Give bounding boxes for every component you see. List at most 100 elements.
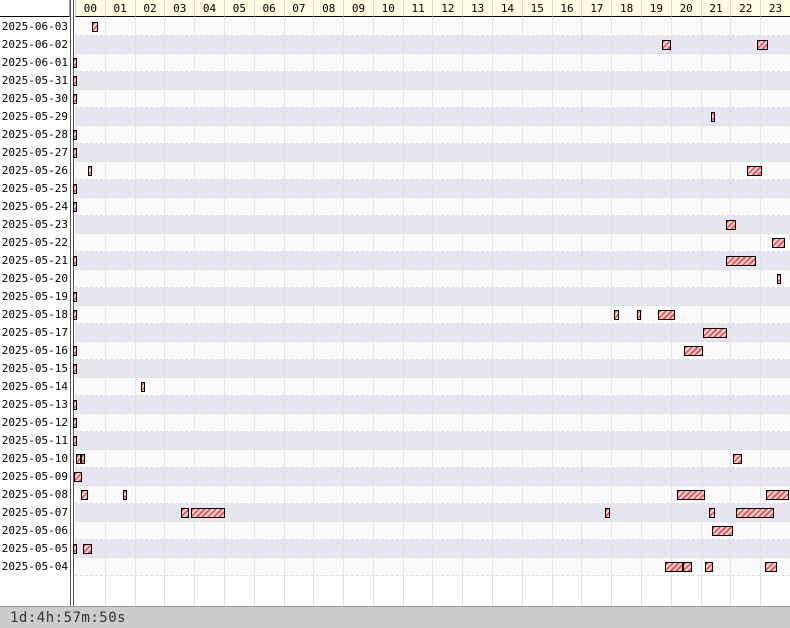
activity-bar[interactable]: [73, 472, 83, 482]
hour-header-09: 09: [343, 0, 373, 17]
hour-header-08: 08: [313, 0, 344, 17]
hour-header-04: 04: [194, 0, 224, 17]
hour-gridline: [700, 18, 702, 606]
row-date-label: 2025-05-11: [1, 434, 68, 447]
hour-header-05: 05: [223, 0, 254, 17]
row-date-label: 2025-05-13: [1, 398, 68, 411]
hour-header-12: 12: [432, 0, 463, 17]
hour-gridline: [462, 18, 464, 606]
elapsed-time-label: 1d:4h:57m:50s: [10, 610, 127, 626]
row-date-label: 2025-06-03: [1, 20, 68, 33]
activity-bar[interactable]: [746, 166, 762, 176]
activity-bar[interactable]: [636, 310, 641, 320]
activity-bar[interactable]: [725, 256, 756, 266]
row-date-label: 2025-05-24: [1, 200, 68, 213]
hour-gridline: [581, 18, 583, 606]
activity-bar[interactable]: [72, 292, 77, 302]
activity-bar[interactable]: [664, 562, 683, 572]
hour-header-00: 00: [75, 0, 105, 17]
row-date-label: 2025-05-30: [1, 92, 68, 105]
activity-bar[interactable]: [72, 130, 77, 140]
activity-bar[interactable]: [72, 58, 77, 68]
activity-bar[interactable]: [72, 346, 77, 356]
activity-bar[interactable]: [764, 562, 777, 572]
activity-bar[interactable]: [72, 400, 77, 410]
row-date-label: 2025-05-09: [1, 470, 68, 483]
row-date-label: 2025-05-27: [1, 146, 68, 159]
row-date-label: 2025-05-25: [1, 182, 68, 195]
hour-header-18: 18: [611, 0, 641, 17]
activity-bar[interactable]: [72, 184, 77, 194]
hour-gridline: [313, 18, 315, 606]
activity-bar[interactable]: [80, 454, 85, 464]
activity-bar[interactable]: [711, 112, 716, 122]
hour-header-07: 07: [283, 0, 314, 17]
hour-gridline: [641, 18, 642, 606]
hour-header-11: 11: [402, 0, 433, 17]
hour-header-02: 02: [134, 0, 165, 17]
activity-bar[interactable]: [83, 544, 93, 554]
activity-bar[interactable]: [661, 40, 671, 50]
activity-bar[interactable]: [92, 22, 99, 32]
activity-bar[interactable]: [702, 328, 727, 338]
activity-bar[interactable]: [72, 418, 77, 428]
activity-bar[interactable]: [732, 454, 742, 464]
activity-bar[interactable]: [776, 274, 781, 284]
activity-bar[interactable]: [708, 508, 716, 518]
hour-gridline: [283, 18, 285, 606]
activity-bar[interactable]: [676, 490, 706, 500]
activity-bar[interactable]: [705, 562, 714, 572]
activity-bar[interactable]: [190, 508, 225, 518]
activity-bar[interactable]: [72, 202, 77, 212]
activity-bar[interactable]: [141, 382, 146, 392]
activity-bar[interactable]: [684, 346, 703, 356]
header-corner: [0, 0, 70, 17]
row-date-label: 2025-05-04: [1, 560, 68, 573]
activity-bar[interactable]: [711, 526, 734, 536]
hour-gridline: [521, 18, 523, 606]
activity-bar[interactable]: [72, 310, 77, 320]
activity-bar[interactable]: [122, 490, 127, 500]
activity-bar[interactable]: [72, 256, 77, 266]
activity-bar[interactable]: [605, 508, 610, 518]
row-date-label: 2025-05-22: [1, 236, 68, 249]
hour-gridline: [343, 18, 345, 606]
row-date-label: 2025-05-05: [1, 542, 68, 555]
activity-bar[interactable]: [682, 562, 693, 572]
hour-header-06: 06: [253, 0, 284, 17]
activity-bar[interactable]: [80, 490, 89, 500]
row-date-label: 2025-05-07: [1, 506, 68, 519]
row-date-label: 2025-05-19: [1, 290, 68, 303]
activity-bar[interactable]: [766, 490, 790, 500]
hour-gridline: [134, 18, 136, 606]
row-date-label: 2025-05-23: [1, 218, 68, 231]
activity-bar[interactable]: [614, 310, 619, 320]
row-date-label: 2025-05-10: [1, 452, 68, 465]
hour-gridline: [492, 18, 494, 606]
activity-bar[interactable]: [725, 220, 737, 230]
hour-header-20: 20: [670, 0, 701, 17]
activity-bar[interactable]: [72, 544, 77, 554]
activity-bar[interactable]: [772, 238, 786, 248]
hour-gridline: [551, 18, 553, 606]
activity-bar[interactable]: [72, 436, 77, 446]
hour-gridline: [432, 18, 434, 606]
row-date-label: 2025-05-21: [1, 254, 68, 267]
hour-header-22: 22: [730, 0, 761, 17]
activity-bar[interactable]: [736, 508, 775, 518]
row-date-label: 2025-05-17: [1, 326, 68, 339]
activity-bar[interactable]: [72, 76, 77, 86]
activity-bar[interactable]: [658, 310, 676, 320]
activity-bar[interactable]: [757, 40, 768, 50]
row-date-label: 2025-05-20: [1, 272, 68, 285]
timeline-grid: 2025-06-03 2025-06-02 2025-06-01 2025-05-31…: [0, 18, 790, 606]
activity-bar[interactable]: [87, 166, 92, 176]
activity-bar[interactable]: [72, 94, 77, 104]
activity-bar[interactable]: [72, 364, 77, 374]
row-date-label: 2025-05-08: [1, 488, 68, 501]
hour-gridline: [730, 18, 732, 606]
row-date-label: 2025-05-16: [1, 344, 68, 357]
hour-header-15: 15: [521, 0, 552, 17]
activity-bar[interactable]: [72, 148, 77, 158]
activity-bar[interactable]: [180, 508, 189, 518]
